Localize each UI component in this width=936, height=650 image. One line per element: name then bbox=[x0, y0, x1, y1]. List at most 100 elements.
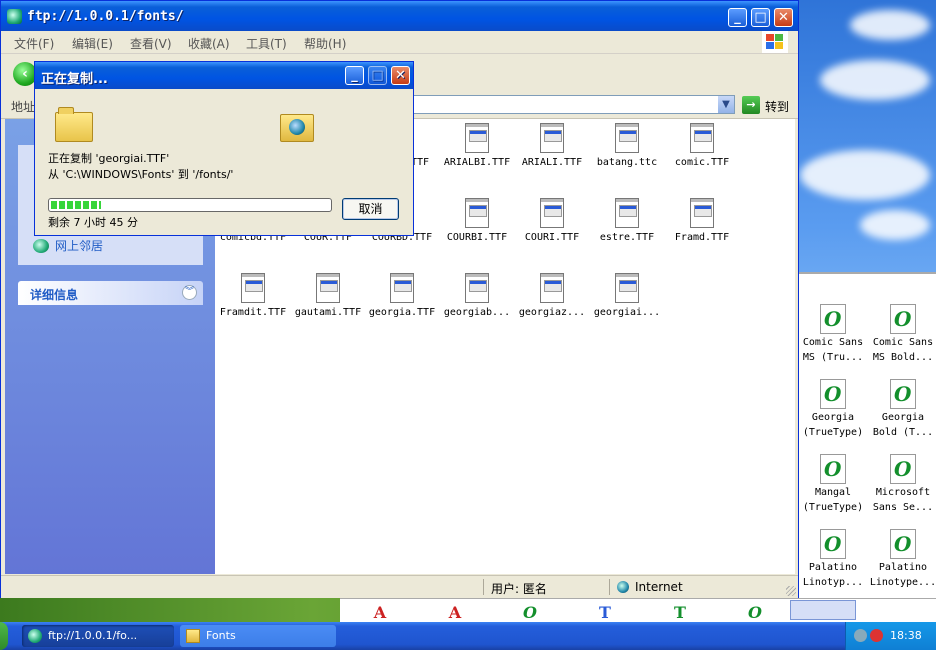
network-tray-icon[interactable] bbox=[854, 629, 867, 642]
address-label: 地址 bbox=[11, 100, 36, 114]
desktop-font-item[interactable]: O Georgia (TrueType) bbox=[799, 379, 867, 439]
font-label: Microsoft bbox=[875, 487, 931, 498]
file-item[interactable]: Framdit.TTF bbox=[215, 273, 291, 318]
menu-edit[interactable]: 编辑(E) bbox=[72, 35, 113, 52]
truetype-font-icon: O bbox=[890, 529, 916, 559]
status-bar: 用户: 匿名 Internet bbox=[1, 575, 798, 598]
network-folder-icon bbox=[280, 114, 314, 142]
copy-path-text: 从 'C:\WINDOWS\Fonts' 到 '/fonts/' bbox=[48, 168, 234, 181]
taskbar-item-fonts[interactable]: Fonts bbox=[180, 625, 336, 647]
file-item[interactable]: batang.ttc bbox=[589, 123, 665, 168]
file-item[interactable]: gautami.TTF bbox=[290, 273, 366, 318]
font-label: Linotype... bbox=[869, 577, 936, 588]
file-item[interactable]: georgiai... bbox=[589, 273, 665, 318]
font-file-icon bbox=[690, 198, 714, 228]
file-item[interactable]: ARIALBI.TTF bbox=[439, 123, 515, 168]
truetype-font-icon: O bbox=[890, 379, 916, 409]
start-button[interactable] bbox=[0, 622, 8, 650]
font-file-icon bbox=[615, 123, 639, 153]
menu-view[interactable]: 查看(V) bbox=[130, 35, 172, 52]
font-label: Georgia bbox=[811, 412, 855, 423]
cancel-button[interactable]: 取消 bbox=[342, 198, 399, 220]
go-arrow-icon[interactable]: → bbox=[742, 96, 760, 114]
font-label: (TrueType) bbox=[802, 502, 864, 513]
menu-tools[interactable]: 工具(T) bbox=[246, 35, 287, 52]
font-o-icon: O bbox=[523, 603, 537, 622]
desktop-font-item[interactable]: O Palatino Linotyp... bbox=[799, 529, 867, 589]
font-a-icon: A bbox=[373, 603, 387, 622]
security-shield-icon[interactable] bbox=[870, 629, 883, 642]
system-tray: 18:38 bbox=[845, 622, 936, 650]
font-label: Bold (T... bbox=[872, 427, 934, 438]
maximize-button[interactable]: □ bbox=[751, 8, 770, 27]
copy-progress-dialog: 正在复制... _ □ ✕ 正在复制 'georgiai.TTF' 从 'C:\… bbox=[34, 61, 414, 236]
font-file-icon bbox=[465, 273, 489, 303]
font-file-icon bbox=[615, 273, 639, 303]
font-a-icon: A bbox=[448, 603, 462, 622]
chevron-down-icon[interactable]: ▼ bbox=[718, 96, 734, 113]
font-label: Georgia bbox=[881, 412, 925, 423]
font-file-icon bbox=[540, 123, 564, 153]
desktop-font-item[interactable]: O Comic Sans MS (Tru... bbox=[799, 304, 867, 364]
menu-bar: 文件(F) 编辑(E) 查看(V) 收藏(A) 工具(T) 帮助(H) bbox=[1, 31, 798, 54]
window-title: ftp://1.0.0.1/fonts/ bbox=[27, 9, 184, 24]
fonts-window-fragment: O Comic Sans MS (Tru... O Comic Sans MS Bold.… bbox=[799, 272, 936, 600]
file-item[interactable]: georgia.TTF bbox=[364, 273, 440, 318]
font-label: Sans Se... bbox=[872, 502, 934, 513]
file-item[interactable]: comic.TTF bbox=[664, 123, 740, 168]
desktop-font-item[interactable]: O Comic Sans MS Bold... bbox=[869, 304, 936, 364]
desktop-font-item[interactable]: O Mangal (TrueType) bbox=[799, 454, 867, 514]
font-file-icon bbox=[690, 123, 714, 153]
taskbar-item-ftp[interactable]: ftp://1.0.0.1/fo... bbox=[22, 625, 174, 647]
truetype-font-icon: O bbox=[820, 454, 846, 484]
file-item[interactable]: estre.TTF bbox=[589, 198, 665, 243]
file-item[interactable]: Framd.TTF bbox=[664, 198, 740, 243]
font-label: MS Bold... bbox=[872, 352, 934, 363]
language-bar[interactable] bbox=[790, 600, 856, 620]
font-file-icon bbox=[390, 273, 414, 303]
chevron-down-icon[interactable]: ︾ bbox=[182, 285, 197, 300]
font-label: Palatino bbox=[808, 562, 858, 573]
dialog-maximize-button: □ bbox=[368, 66, 387, 85]
truetype-font-icon: O bbox=[820, 529, 846, 559]
details-header[interactable]: 详细信息 ︾ bbox=[18, 281, 203, 305]
font-o-icon: O bbox=[748, 603, 762, 622]
clock: 18:38 bbox=[890, 629, 922, 642]
network-places-link[interactable]: 网上邻居 bbox=[55, 237, 103, 254]
font-file-icon bbox=[316, 273, 340, 303]
network-places-icon bbox=[33, 239, 49, 253]
time-remaining-text: 剩余 7 小时 45 分 bbox=[48, 216, 138, 229]
copy-filename-text: 正在复制 'georgiai.TTF' bbox=[48, 152, 170, 165]
font-file-icon bbox=[540, 273, 564, 303]
font-file-icon bbox=[241, 273, 265, 303]
menu-file[interactable]: 文件(F) bbox=[14, 35, 54, 52]
window-titlebar[interactable]: ftp://1.0.0.1/fonts/ _ □ ✕ bbox=[1, 1, 798, 31]
font-label: Linotyp... bbox=[802, 577, 864, 588]
desktop-font-item[interactable]: O Palatino Linotype... bbox=[869, 529, 936, 589]
copy-progress-bar bbox=[48, 198, 332, 212]
desktop-font-item[interactable]: O Georgia Bold (T... bbox=[869, 379, 936, 439]
menu-help[interactable]: 帮助(H) bbox=[304, 35, 346, 52]
file-item[interactable]: COURBI.TTF bbox=[439, 198, 515, 243]
font-file-icon bbox=[465, 123, 489, 153]
dialog-minimize-button[interactable]: _ bbox=[345, 66, 364, 85]
menu-favorites[interactable]: 收藏(A) bbox=[188, 35, 230, 52]
dialog-close-button[interactable]: ✕ bbox=[391, 66, 410, 85]
font-file-icon bbox=[540, 198, 564, 228]
font-label: Comic Sans bbox=[872, 337, 934, 348]
dialog-title: 正在复制... bbox=[41, 72, 108, 87]
desktop-font-item[interactable]: O Microsoft Sans Se... bbox=[869, 454, 936, 514]
file-item[interactable]: ARIALI.TTF bbox=[514, 123, 590, 168]
go-button-label[interactable]: 转到 bbox=[765, 98, 789, 115]
close-button[interactable]: ✕ bbox=[774, 8, 793, 27]
file-item[interactable]: georgiab... bbox=[439, 273, 515, 318]
minimize-button[interactable]: _ bbox=[728, 8, 747, 27]
font-tt-icon: T bbox=[674, 603, 686, 622]
truetype-font-icon: O bbox=[820, 304, 846, 334]
font-label: (TrueType) bbox=[802, 427, 864, 438]
file-item[interactable]: COURI.TTF bbox=[514, 198, 590, 243]
resize-grip[interactable] bbox=[786, 586, 796, 596]
file-item[interactable]: georgiaz... bbox=[514, 273, 590, 318]
source-folder-icon bbox=[55, 107, 93, 142]
dialog-titlebar[interactable]: 正在复制... _ □ ✕ bbox=[35, 62, 413, 89]
